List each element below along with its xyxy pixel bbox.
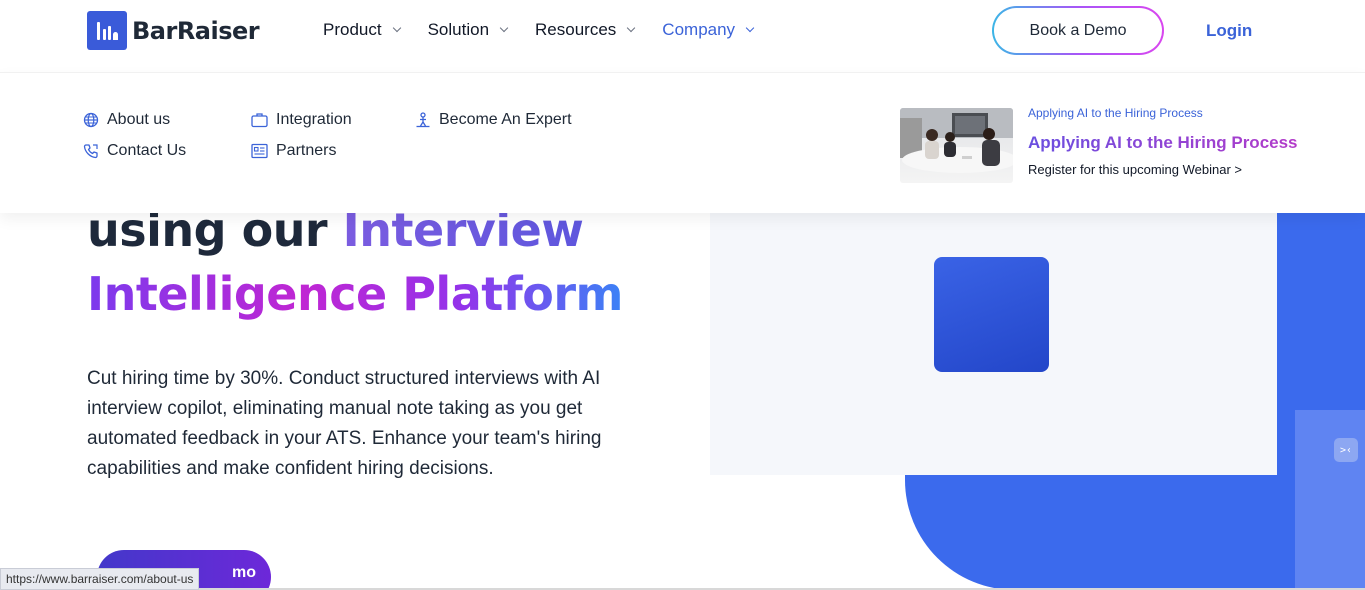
nav-company[interactable]: Company xyxy=(662,20,755,40)
main-nav: Product Solution Resources Company xyxy=(323,20,781,40)
hero-description: Cut hiring time by 30%. Conduct structur… xyxy=(87,368,602,479)
promo-eyebrow: Applying AI to the Hiring Process xyxy=(1028,106,1203,120)
expert-icon xyxy=(416,112,430,128)
nav-resources-label: Resources xyxy=(535,20,617,39)
chevron-down-icon xyxy=(499,23,509,33)
site-header: BarRaiser Product Solution Resources Com… xyxy=(0,0,1365,62)
promo-title[interactable]: Applying AI to the Hiring Process xyxy=(1028,133,1298,153)
nav-product-label: Product xyxy=(323,20,382,39)
briefcase-icon xyxy=(251,113,268,128)
webinar-thumbnail[interactable] xyxy=(900,108,1013,183)
menu-item-label: Partners xyxy=(276,142,337,159)
login-link[interactable]: Login xyxy=(1206,21,1252,41)
menu-item-label: Integration xyxy=(276,111,352,128)
logo-icon xyxy=(87,11,127,50)
nav-company-label: Company xyxy=(662,20,736,39)
book-demo-button[interactable]: Book a Demo xyxy=(992,6,1164,55)
chevron-down-icon xyxy=(745,23,755,33)
side-widget-tab xyxy=(1295,410,1365,590)
globe-icon xyxy=(83,112,99,128)
nav-resources[interactable]: Resources xyxy=(535,20,636,40)
promo-register-link[interactable]: Register for this upcoming Webinar > xyxy=(1028,162,1242,177)
hero-heading-line-2: Intelligence Platform xyxy=(87,262,623,326)
menu-item-contact-us[interactable]: Contact Us xyxy=(83,142,186,160)
menu-item-integration[interactable]: Integration xyxy=(251,111,352,129)
phone-icon xyxy=(83,144,98,159)
brand-logo[interactable]: BarRaiser xyxy=(87,11,260,50)
hero-book-demo-visible-label: mo xyxy=(232,564,256,581)
hero-heading-accent-2: Intelligence Platform xyxy=(87,267,623,321)
nav-solution[interactable]: Solution xyxy=(427,20,509,40)
hero-visual-square xyxy=(934,257,1049,372)
menu-item-label: Become An Expert xyxy=(439,111,572,128)
menu-item-about-us[interactable]: About us xyxy=(83,111,170,129)
menu-item-label: Contact Us xyxy=(107,142,187,159)
meeting-photo-image xyxy=(900,108,1013,173)
nav-solution-label: Solution xyxy=(427,20,490,39)
chevron-down-icon xyxy=(627,23,636,33)
company-dropdown-menu: About us Contact Us Integration Partners xyxy=(0,72,1365,213)
menu-item-label: About us xyxy=(107,111,171,128)
id-card-icon xyxy=(251,143,268,159)
link-preview-status: https://www.barraiser.com/about-us xyxy=(0,568,200,590)
chevron-down-icon xyxy=(392,23,401,33)
menu-item-partners[interactable]: Partners xyxy=(251,142,336,160)
hero-heading: using our Interview Intelligence Platfor… xyxy=(87,198,623,326)
brand-name: BarRaiser xyxy=(132,16,260,45)
menu-item-become-an-expert[interactable]: Become An Expert xyxy=(415,111,572,129)
nav-product[interactable]: Product xyxy=(323,20,401,40)
chat-widget-icon[interactable]: >‹ xyxy=(1334,438,1358,462)
